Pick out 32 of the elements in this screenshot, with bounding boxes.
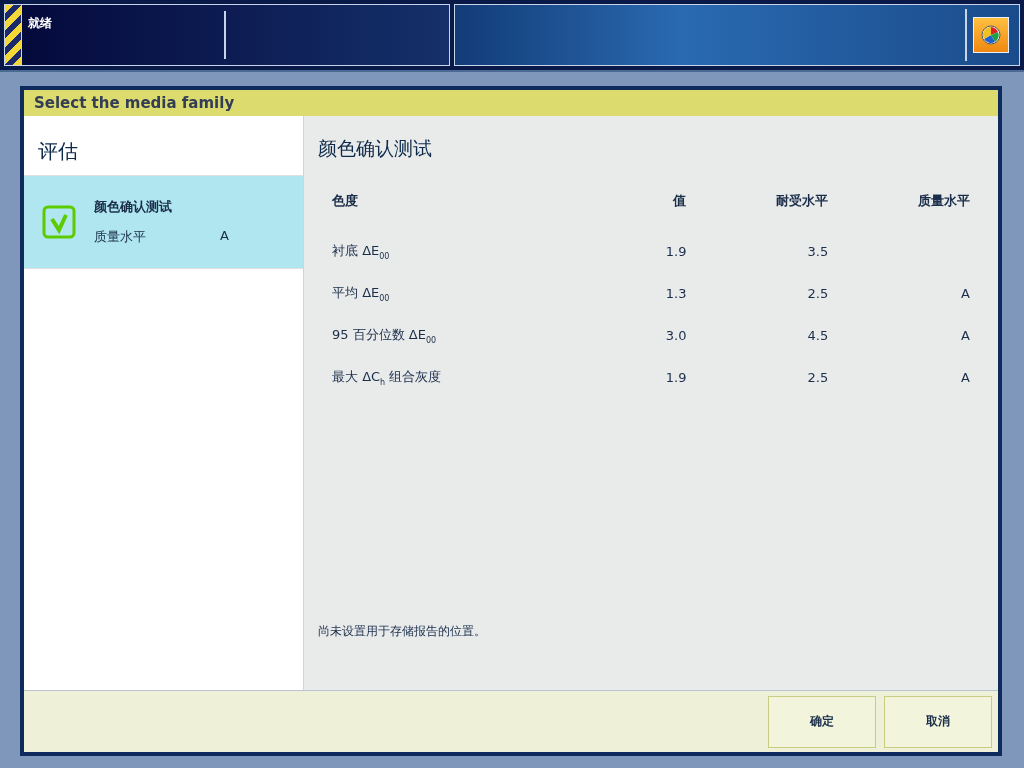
column-header: 质量水平 — [828, 192, 970, 230]
table-cell: 1.3 — [665, 285, 687, 301]
column-header: 值 — [671, 192, 687, 210]
table-cell: 最大 ΔC$_{h}$ 组合灰度 — [332, 368, 442, 384]
table-cell: 2.5 — [807, 285, 829, 301]
table-cell: 平均 ΔE$_{00}$ — [332, 284, 390, 300]
table-cell: A — [961, 285, 970, 301]
table-cell: 1.9 — [665, 369, 687, 385]
item-value: A — [220, 228, 229, 245]
table-cell: 3.0 — [665, 327, 687, 343]
note-text: 尚未设置用于存储报告的位置。 — [318, 623, 487, 640]
table-cell: 95 百分位数 ΔE$_{00}$ — [332, 326, 437, 342]
sidebar-heading: 评估 — [37, 138, 79, 165]
detail-title: 颜色确认测试 — [318, 136, 433, 161]
color-wheel-button[interactable] — [973, 17, 1009, 53]
sidebar-item[interactable]: 颜色确认测试 质量水平 A — [24, 175, 303, 269]
table-cell: 3.5 — [807, 243, 829, 259]
table-cell: 4.5 — [807, 327, 829, 343]
table-cell: A — [961, 327, 970, 343]
table-cell: 衬底 ΔE$_{00}$ — [332, 242, 390, 258]
item-label: 质量水平 — [94, 228, 147, 246]
item-title: 颜色确认测试 — [94, 198, 173, 216]
status-text: 就绪 — [22, 11, 226, 59]
ok-button[interactable]: 确定 — [768, 695, 876, 748]
dialog-title: Select the media family — [24, 90, 998, 116]
table-cell: 2.5 — [807, 369, 829, 385]
column-header: 耐受水平 — [686, 192, 829, 230]
table-cell: A — [961, 369, 970, 385]
color-wheel-icon — [980, 24, 1002, 46]
table-cell: 1.9 — [665, 243, 687, 259]
column-header: 色度 — [332, 192, 359, 210]
cancel-button[interactable]: 取消 — [884, 695, 992, 748]
